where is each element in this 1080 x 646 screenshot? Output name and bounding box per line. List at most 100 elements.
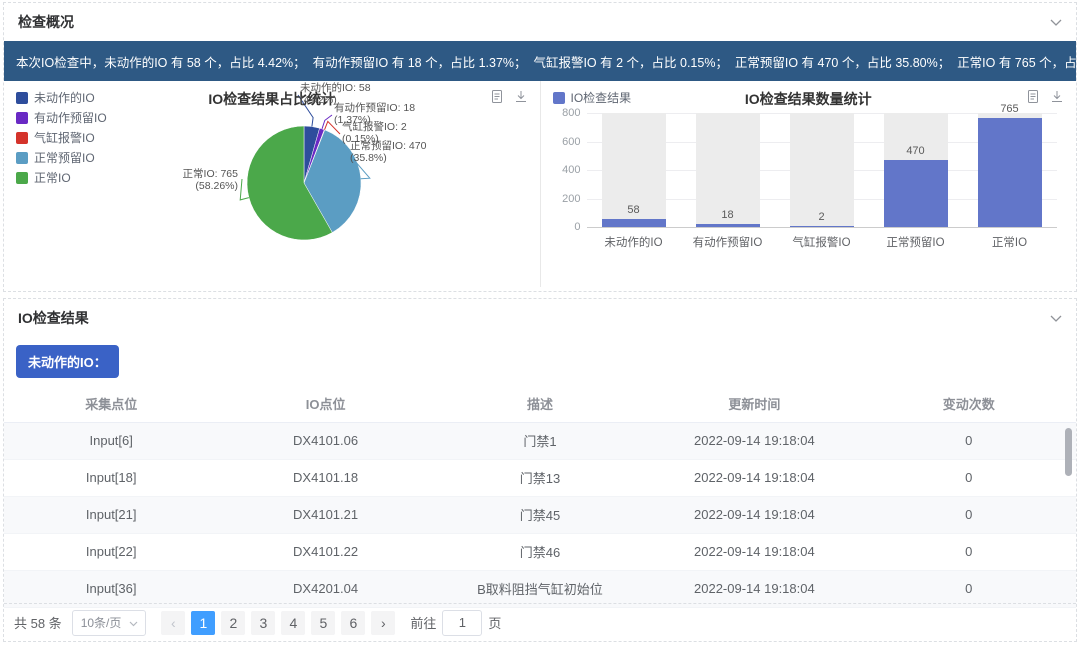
table-row: Input[18]DX4101.18门禁132022-09-14 19:18:0… xyxy=(4,459,1076,496)
download-icon[interactable] xyxy=(514,89,528,104)
legend-label: 有动作预留IO xyxy=(34,109,107,126)
legend-swatch xyxy=(16,172,28,184)
table-cell: 0 xyxy=(862,422,1076,459)
x-axis-category-label: 正常预留IO xyxy=(869,234,963,250)
table-cell: Input[6] xyxy=(4,422,218,459)
legend-item[interactable]: 正常IO xyxy=(16,169,107,186)
results-card: IO检查结果 未动作的IO： 采集点位IO点位描述更新时间变动次数 Input[… xyxy=(3,298,1077,642)
y-axis-tick-label: 600 xyxy=(545,136,581,148)
pie-label-line xyxy=(322,115,332,129)
table-scrollbar[interactable] xyxy=(1065,428,1072,476)
summary-banner: 本次IO检查中，未动作的IO 有 58 个，占比 4.42%； 有动作预留IO … xyxy=(4,41,1076,81)
pie-label-text: 气缸报警IO: 2 xyxy=(342,122,452,134)
overview-collapse-chevron-icon[interactable] xyxy=(1050,19,1062,26)
legend-swatch xyxy=(16,92,28,104)
overview-header: 检查概况 xyxy=(4,3,1076,41)
bar-legend: IO检查结果 xyxy=(553,89,632,106)
pie-chart-panel: 未动作的IO有动作预留IO气缸报警IO正常预留IO正常IO IO检查结果占比统计… xyxy=(4,81,540,287)
overview-card: 检查概况 本次IO检查中，未动作的IO 有 58 个，占比 4.42%； 有动作… xyxy=(3,2,1077,292)
page-button-4[interactable]: 4 xyxy=(281,611,305,635)
table-cell: 0 xyxy=(862,496,1076,533)
overview-title: 检查概况 xyxy=(18,12,74,32)
table-row: Input[21]DX4101.21门禁452022-09-14 19:18:0… xyxy=(4,496,1076,533)
goto-unit: 页 xyxy=(488,613,501,632)
page-size-value: 10条/页 xyxy=(81,616,122,630)
legend-item[interactable]: 气缸报警IO xyxy=(16,129,107,146)
results-table: 采集点位IO点位描述更新时间变动次数 Input[6]DX4101.06门禁12… xyxy=(4,386,1076,608)
bar[interactable] xyxy=(790,226,854,227)
bar-chart-toolbox xyxy=(1026,89,1064,104)
legend-swatch xyxy=(16,112,28,124)
goto-page-input[interactable] xyxy=(442,610,482,636)
table-cell: Input[21] xyxy=(4,496,218,533)
bar-value-label: 18 xyxy=(681,209,775,221)
pie-label-text: 正常预留IO: 470 xyxy=(350,141,460,153)
table-cell: B取料阻挡气缸初始位 xyxy=(433,570,647,607)
table-cell: DX4201.04 xyxy=(218,570,432,607)
table-cell: Input[18] xyxy=(4,459,218,496)
x-axis-category-label: 未动作的IO xyxy=(587,234,681,250)
table-cell: Input[22] xyxy=(4,533,218,570)
legend-item[interactable]: 正常预留IO xyxy=(16,149,107,166)
x-axis-category-label: 有动作预留IO xyxy=(681,234,775,250)
chevron-down-icon xyxy=(129,621,138,627)
table-cell: 门禁13 xyxy=(433,459,647,496)
table-cell: 门禁1 xyxy=(433,422,647,459)
table-cell: 2022-09-14 19:18:04 xyxy=(647,459,861,496)
bar-chart-panel: IO检查结果 IO检查结果数量统计 020040060080058未动作的IO1… xyxy=(540,81,1077,287)
results-collapse-chevron-icon[interactable] xyxy=(1050,315,1062,322)
page-button-1[interactable]: 1 xyxy=(191,611,215,635)
results-title: IO检查结果 xyxy=(18,308,89,328)
download-icon[interactable] xyxy=(1050,89,1064,104)
table-wrap: 采集点位IO点位描述更新时间变动次数 Input[6]DX4101.06门禁12… xyxy=(4,386,1076,608)
table-cell: 0 xyxy=(862,533,1076,570)
table-cell: 门禁46 xyxy=(433,533,647,570)
data-view-icon[interactable] xyxy=(490,89,504,104)
bar[interactable] xyxy=(978,118,1042,227)
pie-label-text: 有动作预留IO: 18 xyxy=(334,103,444,115)
x-axis-category-label: 气缸报警IO xyxy=(775,234,869,250)
page-button-5[interactable]: 5 xyxy=(311,611,335,635)
pie-label-text: 正常IO: 765 xyxy=(146,169,238,181)
bar[interactable] xyxy=(602,219,666,227)
page-size-select[interactable]: 10条/页 xyxy=(72,610,147,636)
bar-background xyxy=(790,113,854,227)
legend-label: 未动作的IO xyxy=(34,89,95,106)
legend-item[interactable]: 有动作预留IO xyxy=(16,109,107,126)
bar[interactable] xyxy=(884,160,948,227)
filter-category-button[interactable]: 未动作的IO： xyxy=(16,345,119,378)
filter-row: 未动作的IO： xyxy=(4,337,1076,384)
pie-label: 正常预留IO: 470(35.8%) xyxy=(350,141,460,164)
legend-label: 正常预留IO xyxy=(34,149,95,166)
page-button-3[interactable]: 3 xyxy=(251,611,275,635)
column-header: IO点位 xyxy=(218,386,432,422)
bar-value-label: 2 xyxy=(775,211,869,223)
y-axis-tick-label: 200 xyxy=(545,193,581,205)
column-header: 采集点位 xyxy=(4,386,218,422)
column-header: 变动次数 xyxy=(862,386,1076,422)
prev-page-button[interactable]: ‹ xyxy=(161,611,185,635)
bar[interactable] xyxy=(696,224,760,227)
legend-item[interactable]: 未动作的IO xyxy=(16,89,107,106)
bar-value-label: 58 xyxy=(587,204,681,216)
table-row: Input[36]DX4201.04B取料阻挡气缸初始位2022-09-14 1… xyxy=(4,570,1076,607)
legend-item[interactable]: IO检查结果 xyxy=(553,89,632,106)
table-cell: 2022-09-14 19:18:04 xyxy=(647,533,861,570)
results-header: IO检查结果 xyxy=(4,299,1076,337)
pie-label-percent: (58.26%) xyxy=(146,181,238,193)
legend-swatch xyxy=(553,92,565,104)
pie-label: 正常IO: 765(58.26%) xyxy=(146,169,238,192)
bar-chart: 020040060080058未动作的IO18有动作预留IO2气缸报警IO470… xyxy=(541,81,1077,287)
pie-chart-toolbox xyxy=(490,89,528,104)
page-button-6[interactable]: 6 xyxy=(341,611,365,635)
table-cell: 0 xyxy=(862,570,1076,607)
x-axis-line xyxy=(587,227,1057,228)
data-view-icon[interactable] xyxy=(1026,89,1040,104)
page-button-2[interactable]: 2 xyxy=(221,611,245,635)
total-count: 共 58 条 xyxy=(14,613,62,632)
next-page-button[interactable]: › xyxy=(371,611,395,635)
table-row: Input[6]DX4101.06门禁12022-09-14 19:18:040 xyxy=(4,422,1076,459)
y-axis-tick-label: 0 xyxy=(545,221,581,233)
table-cell: DX4101.22 xyxy=(218,533,432,570)
pagination: 共 58 条 10条/页 ‹ 123456 › 前往 页 xyxy=(4,603,1076,641)
